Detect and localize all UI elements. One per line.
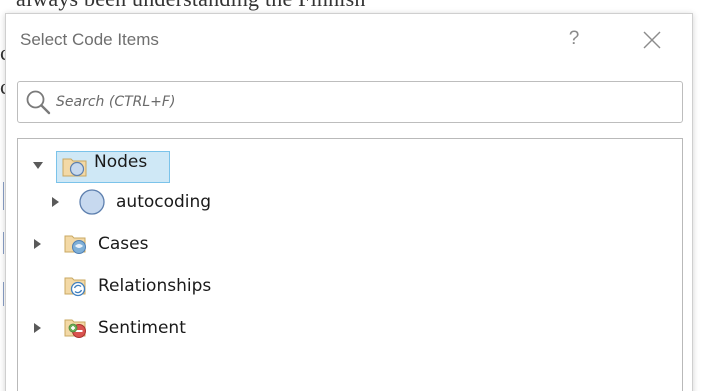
cases-folder-icon [64, 235, 86, 254]
sentiment-folder-icon [64, 319, 86, 338]
dialog-titlebar[interactable]: Select Code Items ? [6, 14, 692, 66]
tree-item-label: Cases [98, 234, 149, 254]
tree-item-label: Sentiment [98, 318, 186, 338]
tree-item-autocoding[interactable]: autocoding [18, 187, 678, 219]
help-button[interactable]: ? [562, 26, 586, 52]
dialog-title: Select Code Items [20, 30, 159, 49]
background-rule [3, 232, 4, 254]
tree-item-nodes[interactable]: Nodes [18, 139, 678, 183]
tree-item-relationships[interactable]: Relationships [18, 271, 678, 303]
tree-item-label: Nodes [94, 152, 148, 172]
folder-nodes-icon [62, 158, 87, 177]
select-code-items-dialog: Select Code Items ? Search (CTRL+F) Node… [5, 13, 693, 391]
background-rule [3, 182, 4, 210]
background-document-text: always been understanding the Finnish [16, 0, 366, 12]
code-items-tree[interactable]: Nodes autocoding Cases Relationships Sen… [17, 138, 683, 391]
expanded-arrow-icon[interactable] [32, 160, 44, 172]
node-circle-icon [79, 189, 105, 215]
collapsed-arrow-icon[interactable] [50, 196, 62, 208]
collapsed-arrow-icon[interactable] [32, 238, 44, 250]
tree-item-sentiment[interactable]: Sentiment [18, 313, 678, 345]
tree-item-label: Relationships [98, 276, 212, 296]
search-input[interactable] [56, 82, 656, 122]
tree-item-label: autocoding [116, 192, 212, 212]
search-box[interactable] [17, 81, 683, 123]
screen: always been understanding the Finnish c … [0, 0, 702, 391]
background-rule [3, 282, 4, 306]
close-button[interactable] [638, 26, 666, 54]
tree-item-cases[interactable]: Cases [18, 229, 678, 261]
search-icon [26, 90, 51, 115]
close-icon [643, 31, 661, 49]
collapsed-arrow-icon[interactable] [32, 322, 44, 334]
relationships-folder-icon [64, 277, 86, 297]
